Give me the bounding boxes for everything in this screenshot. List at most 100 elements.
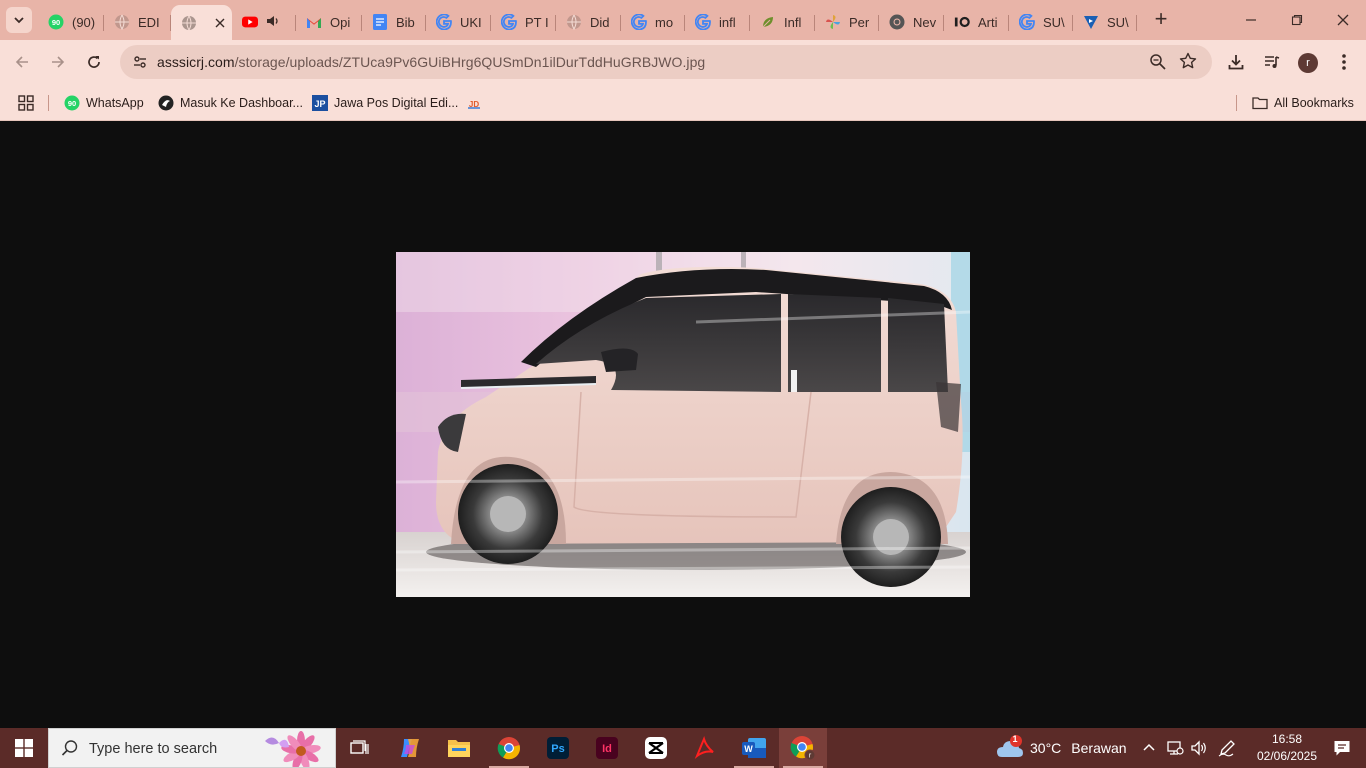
tab-title: PT I: [525, 14, 548, 30]
tab-11[interactable]: Infl: [750, 5, 815, 39]
chrome-gray-icon: [889, 14, 905, 30]
show-hidden-icons-button[interactable]: [1142, 728, 1156, 768]
tab-6[interactable]: UKI: [426, 5, 491, 39]
site-info-button[interactable]: [128, 50, 152, 74]
tab-search-button[interactable]: [6, 7, 32, 33]
google-icon: [501, 14, 517, 30]
system-clock[interactable]: 16:58 02/06/2025: [1250, 731, 1324, 765]
back-button[interactable]: [8, 48, 36, 76]
tab-close-icon[interactable]: [215, 15, 225, 31]
new-tab-button[interactable]: +: [1149, 8, 1173, 32]
tab-15[interactable]: SU\: [1009, 5, 1073, 39]
bookmark-jawapos[interactable]: JP Jawa Pos Digital Edi...: [312, 92, 458, 114]
url-host: asssicrj.com: [157, 54, 235, 70]
zoom-icon[interactable]: [1148, 52, 1168, 72]
media-controls-button[interactable]: [1258, 48, 1286, 76]
address-bar[interactable]: asssicrj.com/storage/uploads/ZTUca9Pv6GU…: [120, 45, 1212, 79]
word-button[interactable]: W: [730, 728, 778, 768]
tab-10[interactable]: infl: [685, 5, 750, 39]
arrow-right-icon: [52, 56, 65, 68]
apps-grid-icon: [18, 95, 34, 111]
io-icon: [954, 14, 970, 30]
bookmarks-divider: [1236, 95, 1237, 111]
taskbar-search-box[interactable]: Type here to search: [48, 728, 336, 768]
downloads-button[interactable]: [1222, 48, 1250, 76]
profile-avatar[interactable]: r: [1298, 53, 1318, 73]
tab-4[interactable]: Opi: [296, 5, 362, 39]
google-icon: [1019, 14, 1035, 30]
tab-0[interactable]: 90 (90): [38, 5, 104, 39]
close-icon: [1337, 14, 1349, 26]
acrobat-button[interactable]: [681, 728, 729, 768]
tab-13[interactable]: Nev: [879, 5, 944, 39]
tab-title: Infl: [784, 14, 802, 30]
google-icon: [436, 14, 452, 30]
volume-button[interactable]: [1190, 728, 1208, 768]
capcut-button[interactable]: [632, 728, 680, 768]
tab-12[interactable]: Per: [815, 5, 879, 39]
bookmarks-divider: [48, 95, 49, 111]
tab-16[interactable]: SU\: [1073, 5, 1137, 39]
tab-14[interactable]: Arti: [944, 5, 1009, 39]
car-photo[interactable]: [396, 252, 970, 597]
task-view-button[interactable]: [336, 728, 384, 768]
bookmark-star-icon[interactable]: [1178, 51, 1198, 71]
copilot-button[interactable]: [386, 728, 434, 768]
globe-icon: [114, 14, 130, 30]
minimize-button[interactable]: [1228, 0, 1274, 40]
tab-8[interactable]: Did: [556, 5, 621, 39]
tab-3[interactable]: [232, 5, 296, 39]
url-text[interactable]: asssicrj.com/storage/uploads/ZTUca9Pv6GU…: [157, 54, 705, 70]
svg-text:90: 90: [52, 18, 60, 27]
capcut-icon: [645, 737, 667, 759]
indesign-button[interactable]: Id: [583, 728, 631, 768]
google-icon: [695, 14, 711, 30]
tab-1[interactable]: EDI: [104, 5, 171, 39]
search-icon: [61, 740, 78, 756]
windows-taskbar: Type here to search Ps Id W r 1 30°C Ber…: [0, 728, 1366, 768]
globe-icon: [566, 14, 582, 30]
docs-icon: [372, 14, 388, 30]
restore-button[interactable]: [1274, 0, 1320, 40]
photoshop-button[interactable]: Ps: [534, 728, 582, 768]
notifications-button[interactable]: [1318, 728, 1366, 768]
tab-title: (90): [72, 14, 96, 30]
close-window-button[interactable]: [1320, 0, 1366, 40]
forward-button[interactable]: [44, 48, 72, 76]
chrome-taskbar-button[interactable]: [485, 728, 533, 768]
bookmark-dashboard[interactable]: Masuk Ke Dashboar...: [158, 92, 303, 114]
start-button[interactable]: [0, 728, 48, 768]
tab-5[interactable]: Bib: [362, 5, 426, 39]
all-bookmarks-button[interactable]: All Bookmarks: [1252, 92, 1354, 114]
bookmark-jdih[interactable]: JD: [466, 92, 488, 114]
network-button[interactable]: [1166, 728, 1184, 768]
network-icon: [1167, 741, 1184, 755]
search-highlight-flower-icon: [265, 731, 321, 767]
tab-2[interactable]: [171, 5, 232, 40]
tab-title: UKI: [460, 14, 482, 30]
tab-title: SU\: [1043, 14, 1065, 30]
image-viewer: [0, 121, 1366, 728]
jdih-icon: JD: [466, 95, 482, 111]
circle-logo-icon: [158, 95, 174, 111]
reload-button[interactable]: [80, 48, 108, 76]
youtube-icon: [242, 14, 258, 30]
leaf-icon: [760, 14, 776, 30]
tab-audio-icon[interactable]: [266, 15, 280, 30]
weather-widget[interactable]: 1 30°C Berawan: [996, 728, 1127, 768]
weather-temp: 30°C: [1030, 740, 1062, 756]
tab-9[interactable]: mo: [621, 5, 685, 39]
svg-text:90: 90: [68, 99, 76, 108]
pen-workspace-button[interactable]: [1218, 728, 1236, 768]
tab-7[interactable]: PT I: [491, 5, 556, 39]
reload-icon: [88, 56, 100, 68]
bookmark-whatsapp[interactable]: 90 WhatsApp: [64, 92, 144, 114]
bookmark-label: WhatsApp: [86, 96, 144, 110]
download-icon: [1228, 55, 1244, 70]
chrome-profile-button[interactable]: r: [779, 728, 827, 768]
file-explorer-button[interactable]: [435, 728, 483, 768]
menu-button[interactable]: [1330, 48, 1358, 76]
apps-button[interactable]: [18, 92, 34, 114]
jp-icon: JP: [312, 95, 328, 111]
tab-title: Bib: [396, 14, 415, 30]
